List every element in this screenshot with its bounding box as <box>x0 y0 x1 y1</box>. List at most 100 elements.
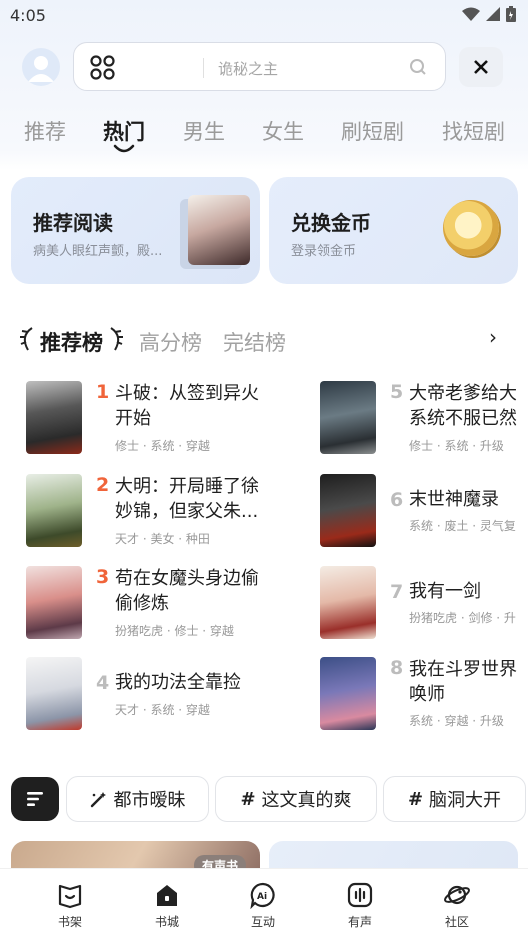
rank-tab-recommend[interactable]: 推荐榜 <box>40 327 103 357</box>
tab-male[interactable]: 男生 <box>183 116 225 146</box>
book-title: 我的功法全靠捡 <box>115 672 241 693</box>
rank-item[interactable]: 7 我有一剑 扮猪吃虎 · 剑修 · 升 <box>320 566 528 642</box>
nav-bookshelf[interactable]: 书架 <box>40 881 100 930</box>
battery-icon <box>506 6 516 22</box>
category-pill[interactable]: # 脑洞大开 <box>383 776 526 822</box>
planet-icon <box>444 885 470 905</box>
rank-number: 7 <box>390 581 404 603</box>
rank-item[interactable]: 2 大明：开局睡了徐妙锦，但家父朱... 天才 · 美女 · 种田 <box>26 474 286 550</box>
book-cover <box>26 474 82 547</box>
user-avatar[interactable] <box>22 48 60 86</box>
laurel-left-icon <box>20 327 33 351</box>
book-tags: 修士 · 系统 · 穿越 <box>115 439 210 453</box>
rank-number: 5 <box>390 381 404 403</box>
search-box[interactable]: 诡秘之主 <box>73 42 446 91</box>
book-title: 苟在女魔头身边偷偷修炼 <box>115 568 259 614</box>
category-label: 脑洞大开 <box>429 790 502 811</box>
tab-recommend[interactable]: 推荐 <box>24 116 66 146</box>
list-icon <box>27 792 43 806</box>
bookshelf-icon <box>58 884 82 909</box>
category-grid-icon[interactable] <box>90 55 116 81</box>
nav-label: 有声 <box>347 915 372 929</box>
book-tags: 扮猪吃虎 · 修士 · 穿越 <box>115 624 234 638</box>
status-time: 4:05 <box>10 6 46 25</box>
wifi-icon <box>462 7 480 21</box>
book-cover <box>188 195 250 265</box>
tab-female[interactable]: 女生 <box>262 116 304 146</box>
tab-hot[interactable]: 热门 <box>103 116 145 146</box>
search-separator <box>203 58 204 78</box>
tab-find-drama[interactable]: 找短剧 <box>442 116 505 146</box>
rank-number: 6 <box>390 489 404 511</box>
user-icon <box>28 56 54 82</box>
rank-item[interactable]: 4 我的功法全靠捡 天才 · 系统 · 穿越 <box>26 657 286 733</box>
nav-bookstore[interactable]: 书城 <box>137 881 197 930</box>
book-tags: 天才 · 系统 · 穿越 <box>115 703 210 717</box>
tab-short-drama[interactable]: 刷短剧 <box>341 116 404 146</box>
book-tags: 天才 · 美女 · 种田 <box>115 532 210 546</box>
book-title: 我在斗罗世界唤师 <box>409 659 517 705</box>
rank-item[interactable]: 3 苟在女魔头身边偷偷修炼 扮猪吃虎 · 修士 · 穿越 <box>26 566 286 642</box>
promo-title: 推荐阅读 <box>33 211 113 235</box>
rank-number: 1 <box>96 381 110 403</box>
search-input[interactable]: 诡秘之主 <box>218 58 278 79</box>
close-icon <box>474 60 488 74</box>
book-store-page: 4:05 诡秘之主 推荐 热门 男生 女生 刷短剧 找短剧 推荐阅读 病美人眼红… <box>0 0 528 939</box>
magic-wand-icon <box>90 792 106 808</box>
rank-tab-finished[interactable]: 完结榜 <box>223 327 286 357</box>
nav-audio[interactable]: 有声 <box>330 881 390 930</box>
svg-text:Ai: Ai <box>257 892 267 902</box>
hash-icon: # <box>240 788 256 810</box>
promo-title: 兑换金币 <box>291 211 371 235</box>
book-title: 大明：开局睡了徐妙锦，但家父朱... <box>115 476 259 522</box>
top-tabs: 推荐 热门 男生 女生 刷短剧 找短剧 <box>0 112 528 156</box>
nav-label: 社区 <box>444 915 469 929</box>
rank-number: 8 <box>390 657 404 679</box>
gold-coin-icon <box>443 200 499 256</box>
book-title: 大帝老爹给大系统不服已然 <box>409 383 517 429</box>
book-cover <box>26 381 82 454</box>
nav-community[interactable]: 社区 <box>427 881 487 930</box>
hash-icon: # <box>407 788 424 810</box>
book-title: 末世神魔录 <box>409 489 499 510</box>
status-bar: 4:05 <box>0 0 528 32</box>
nav-interact[interactable]: Ai 互动 <box>233 881 293 930</box>
promo-subtitle: 登录领金币 <box>291 244 357 259</box>
rank-item[interactable]: 1 斗破：从签到异火开始 修士 · 系统 · 穿越 <box>26 381 286 457</box>
nav-label: 互动 <box>250 915 275 929</box>
rank-item[interactable]: 8 我在斗罗世界唤师 系统 · 穿越 · 升级 <box>320 657 528 733</box>
book-title: 我有一剑 <box>409 581 481 602</box>
bottom-nav: 书架 书城 Ai 互动 有声 社区 <box>0 868 528 939</box>
rank-item[interactable]: 5 大帝老爹给大系统不服已然 修士 · 系统 · 升级 <box>320 381 528 457</box>
rank-number: 3 <box>96 566 110 588</box>
ai-chat-icon: Ai <box>250 882 275 909</box>
book-cover <box>26 657 82 730</box>
audio-icon <box>347 882 373 908</box>
signal-icon <box>486 7 500 21</box>
close-button[interactable] <box>459 47 503 87</box>
nav-label: 书架 <box>57 915 82 929</box>
category-menu-button[interactable] <box>11 777 59 821</box>
category-pill[interactable]: 都市暧昧 <box>66 776 209 822</box>
chevron-right-icon[interactable]: › <box>489 325 497 349</box>
category-label: 都市暧昧 <box>113 790 186 811</box>
promo-card-recommend[interactable]: 推荐阅读 病美人眼红声颤，殿... <box>11 177 260 284</box>
bookstore-icon <box>157 885 177 906</box>
book-cover <box>320 657 376 730</box>
status-icons <box>462 6 516 22</box>
book-tags: 系统 · 废土 · 灵气复 <box>409 519 516 533</box>
rank-item[interactable]: 6 末世神魔录 系统 · 废土 · 灵气复 <box>320 474 528 550</box>
rank-tab-score[interactable]: 高分榜 <box>139 327 202 357</box>
nav-label: 书城 <box>154 915 179 929</box>
rank-number: 4 <box>96 672 110 694</box>
promo-subtitle: 病美人眼红声颤，殿... <box>33 244 163 259</box>
search-icon[interactable] <box>409 58 427 76</box>
rank-number: 2 <box>96 474 110 496</box>
book-tags: 系统 · 穿越 · 升级 <box>409 714 504 728</box>
book-title: 斗破：从签到异火开始 <box>115 383 259 429</box>
book-cover <box>26 566 82 639</box>
laurel-right-icon <box>110 327 123 351</box>
book-cover <box>320 381 376 454</box>
category-pill[interactable]: # 这文真的爽 <box>215 776 377 822</box>
category-label: 这文真的爽 <box>261 790 352 811</box>
